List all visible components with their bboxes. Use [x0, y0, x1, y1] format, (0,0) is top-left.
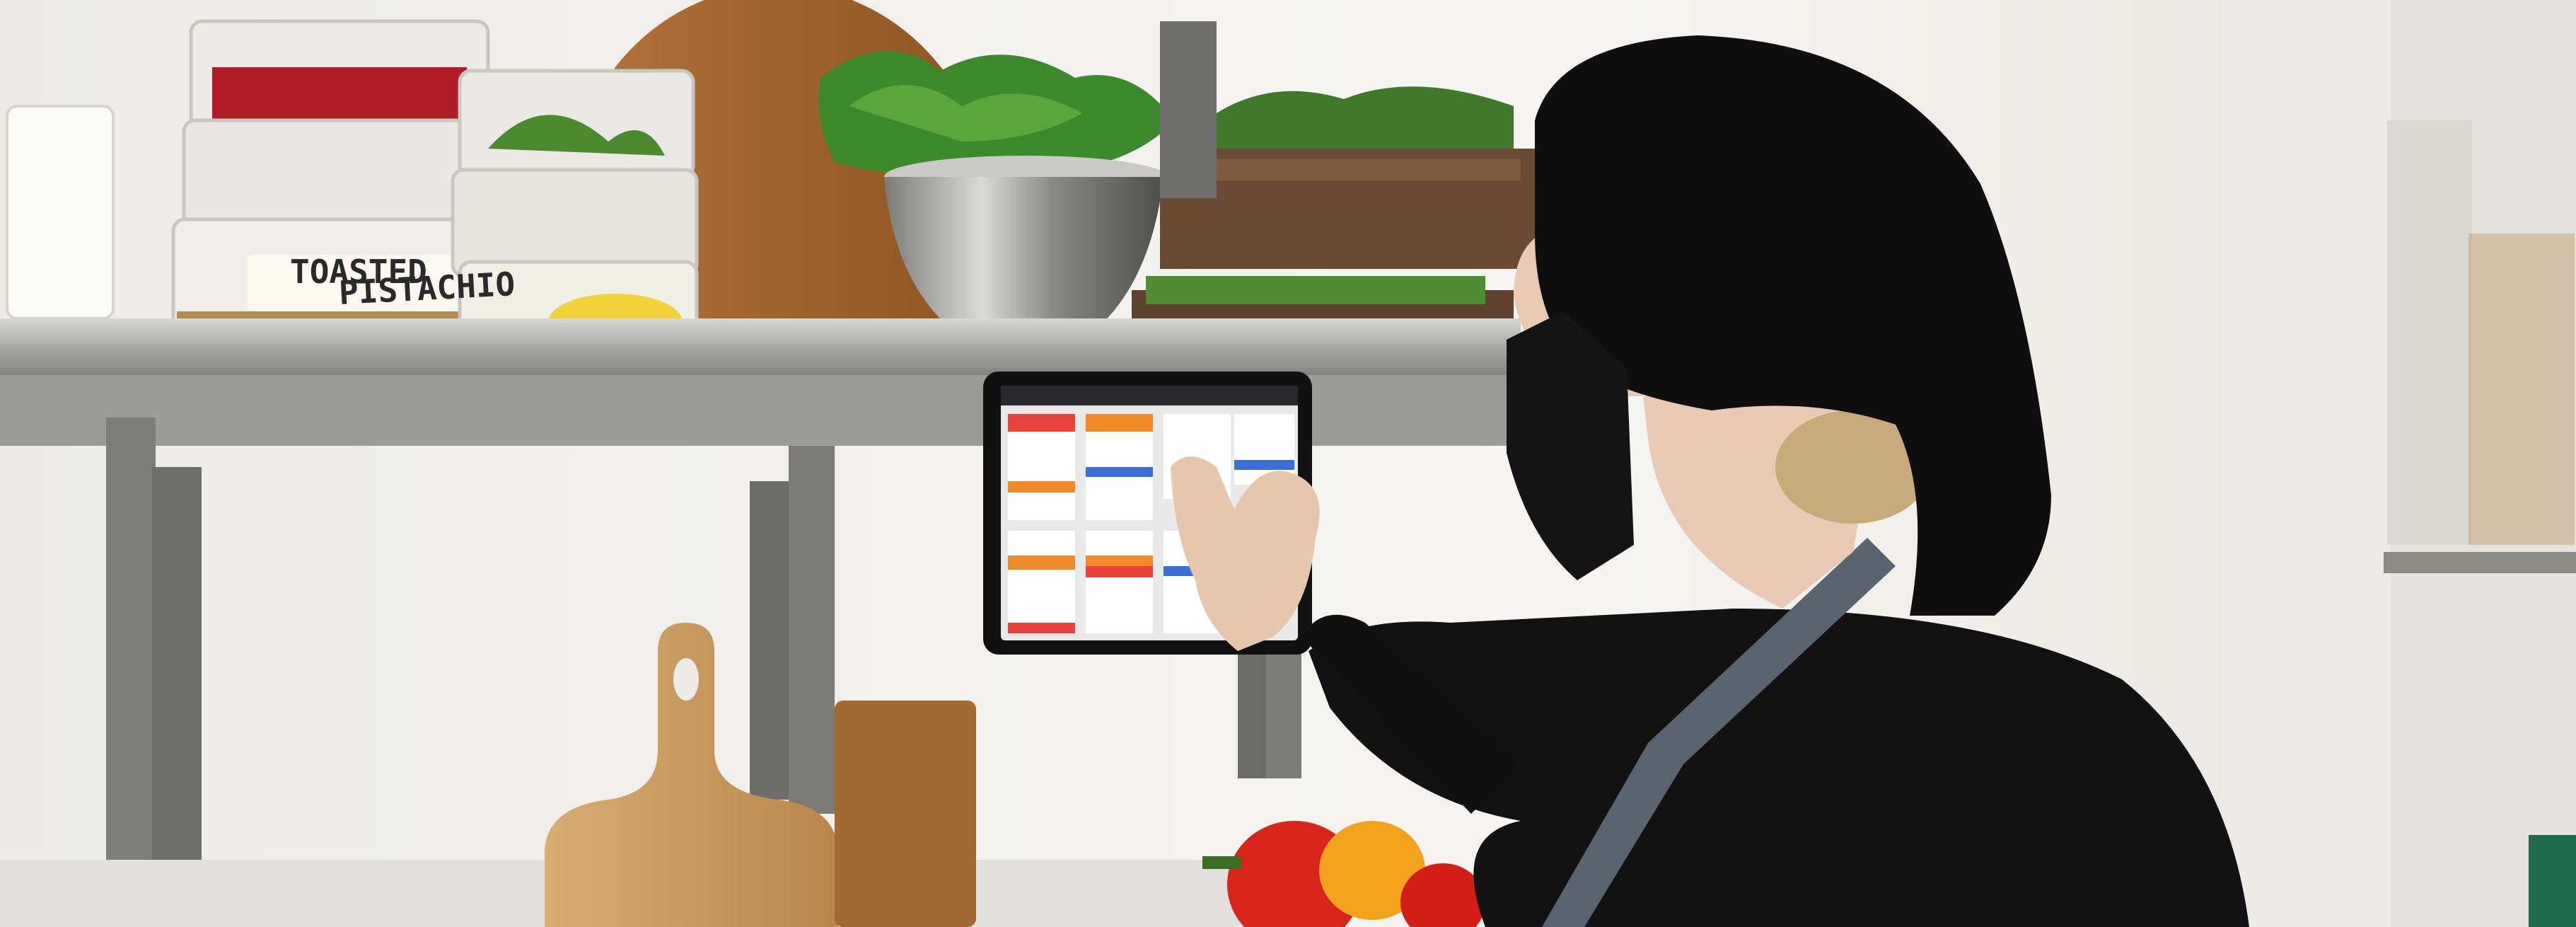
- far-containers: [2387, 120, 2472, 545]
- green-bin: [2529, 835, 2576, 927]
- far-jars: [2468, 234, 2575, 545]
- plastic-tub: [6, 105, 115, 320]
- kitchen-photo: TOASTED PISTACHIO: [0, 0, 2576, 927]
- steel-shelf: [0, 318, 1521, 379]
- far-shelf: [2384, 552, 2576, 573]
- paddle-board-hole: [673, 658, 699, 701]
- small-board: [835, 701, 976, 927]
- door-frame: [2221, 0, 2391, 927]
